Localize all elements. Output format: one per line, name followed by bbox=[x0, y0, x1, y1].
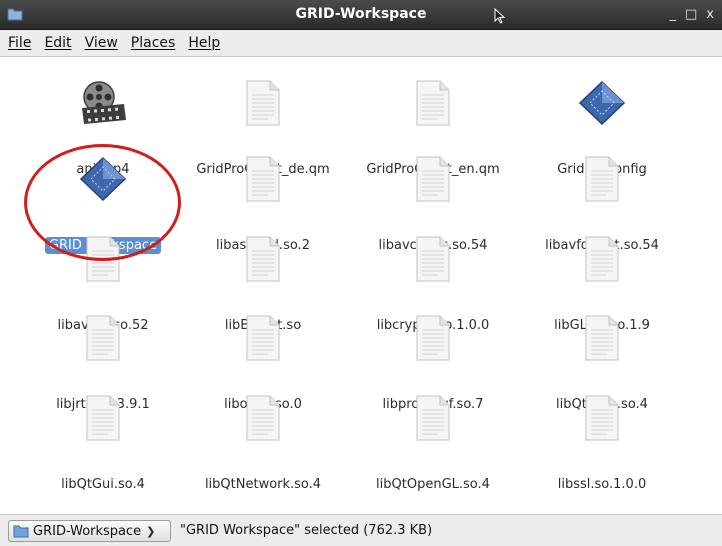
chevron-down-icon: ❯ bbox=[146, 524, 156, 538]
document-icon bbox=[178, 154, 348, 202]
document-icon bbox=[18, 234, 188, 282]
status-message: "GRID Workspace" selected (762.3 KB) bbox=[180, 523, 433, 538]
file-name-label: libQtNetwork.so.4 bbox=[204, 477, 322, 492]
document-icon bbox=[18, 393, 188, 441]
file-item[interactable]: libQtNetwork.so.4 bbox=[178, 393, 348, 493]
file-name-label: libQtGui.so.4 bbox=[61, 477, 145, 492]
maximize-button[interactable]: □ bbox=[685, 0, 697, 29]
location-label: GRID-Workspace bbox=[33, 523, 142, 539]
document-icon bbox=[517, 154, 687, 202]
status-bar: GRID-Workspace ❯ "GRID Workspace" select… bbox=[0, 514, 722, 546]
document-icon bbox=[178, 234, 348, 282]
file-icon-view[interactable]: ani.mp4GridProClient_de.qmGridProClient_… bbox=[0, 58, 722, 493]
film-reel-icon bbox=[18, 78, 188, 126]
document-icon bbox=[178, 393, 348, 441]
menu-help[interactable]: Help bbox=[188, 35, 220, 51]
executable-diamond-icon bbox=[517, 78, 687, 126]
document-icon bbox=[348, 313, 518, 361]
file-item[interactable]: libssl.so.1.0.0 bbox=[517, 393, 687, 493]
executable-diamond-icon bbox=[18, 154, 188, 202]
window-title: GRID-Workspace bbox=[295, 6, 427, 22]
menu-file[interactable]: File bbox=[8, 35, 31, 51]
document-icon bbox=[178, 313, 348, 361]
folder-icon bbox=[13, 524, 29, 538]
file-name-label: libQtOpenGL.so.4 bbox=[376, 477, 490, 492]
close-button[interactable]: x bbox=[706, 0, 714, 29]
document-icon bbox=[348, 234, 518, 282]
location-dropdown[interactable]: GRID-Workspace ❯ bbox=[8, 520, 171, 542]
file-item[interactable]: libQtGui.so.4 bbox=[18, 393, 188, 493]
file-name-label: libssl.so.1.0.0 bbox=[557, 477, 647, 492]
document-icon bbox=[348, 78, 518, 126]
document-icon bbox=[517, 393, 687, 441]
menu-view[interactable]: View bbox=[85, 35, 118, 51]
minimize-button[interactable]: _ bbox=[670, 0, 677, 29]
document-icon bbox=[517, 234, 687, 282]
window-controls: _ □ x bbox=[670, 0, 715, 29]
document-icon bbox=[178, 78, 348, 126]
document-icon bbox=[348, 154, 518, 202]
mouse-pointer-icon bbox=[494, 7, 506, 28]
file-item[interactable]: libQtOpenGL.so.4 bbox=[348, 393, 518, 493]
document-icon bbox=[18, 313, 188, 361]
menu-bar: File Edit View Places Help bbox=[0, 30, 722, 57]
file-manager-window: GRID-Workspace _ □ x File Edit View Plac… bbox=[0, 0, 722, 546]
document-icon bbox=[517, 313, 687, 361]
menu-places[interactable]: Places bbox=[131, 35, 176, 51]
menu-edit[interactable]: Edit bbox=[44, 35, 71, 51]
title-bar[interactable]: GRID-Workspace _ □ x bbox=[0, 0, 722, 30]
document-icon bbox=[348, 393, 518, 441]
